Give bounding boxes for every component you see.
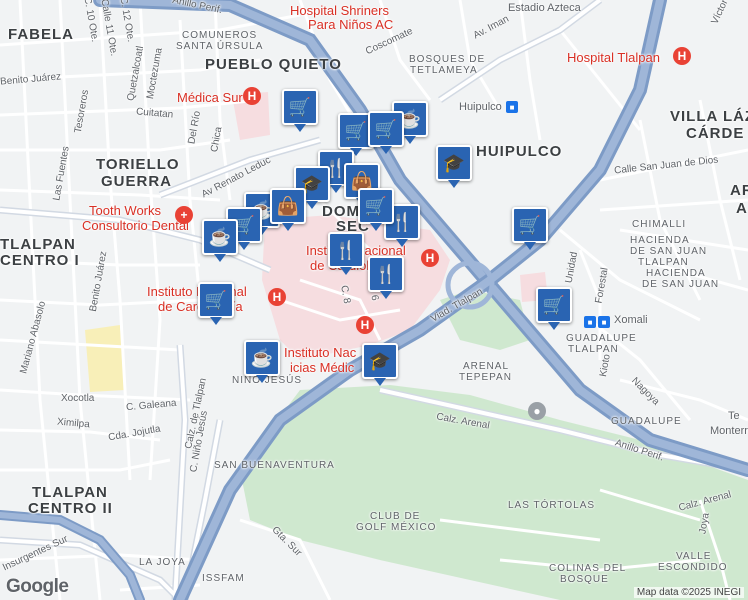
hospital-icon[interactable]: H bbox=[673, 47, 691, 65]
restaurant-icon[interactable]: 🍴 bbox=[368, 256, 404, 299]
shopping-cart-icon[interactable]: 🛒 bbox=[512, 207, 548, 250]
area-ar-partial: AR bbox=[730, 182, 748, 199]
poi-shriners-1[interactable]: Hospital Shriners bbox=[290, 3, 389, 18]
map-attribution[interactable]: Map data ©2025 INEGI bbox=[633, 587, 744, 598]
graduation-cap-icon[interactable]: 🎓 bbox=[362, 343, 398, 386]
graduation-cap-icon[interactable]: 🎓 bbox=[436, 145, 472, 188]
street-xocotla: Xocotla bbox=[61, 393, 95, 404]
area-golf-mexico: GOLF MÉXICO bbox=[356, 522, 437, 533]
hospital-icon[interactable]: H bbox=[421, 249, 439, 267]
area-bosques: BOSQUES DE bbox=[409, 54, 486, 65]
plaza-block bbox=[85, 325, 125, 392]
area-a-partial: A bbox=[736, 200, 748, 217]
area-hacienda-1: HACIENDA bbox=[630, 235, 690, 246]
hood-pueblo-quieto: PUEBLO QUIETO bbox=[205, 56, 342, 73]
area-tlalpan-1: TLALPAN bbox=[638, 257, 689, 268]
poi-hospital-tlalpan[interactable]: Hospital Tlalpan bbox=[567, 50, 660, 65]
area-la-joya: LA JOYA bbox=[139, 557, 186, 568]
area-guadalupe-1: GUADALUPE bbox=[566, 333, 637, 344]
train-station-icon[interactable]: ■ bbox=[598, 316, 610, 328]
area-las-tortolas: LAS TÓRTOLAS bbox=[508, 500, 596, 511]
area-bosque: BOSQUE bbox=[560, 574, 609, 585]
poi-huipulco-station[interactable]: Huipulco bbox=[459, 101, 502, 113]
area-comuneros: COMUNEROS bbox=[182, 30, 258, 41]
hood-villa-laz: VILLA LÁZ bbox=[670, 108, 748, 125]
area-escondido: ESCONDIDO bbox=[658, 562, 728, 573]
school-icon[interactable]: ● bbox=[528, 402, 546, 420]
poi-estadio-azteca[interactable]: Estadio Azteca bbox=[508, 2, 581, 14]
area-chimalli: CHIMALLI bbox=[632, 219, 687, 230]
area-san-juan-1: DE SAN JUAN bbox=[630, 246, 708, 257]
coffee-cup-icon[interactable]: ☕ bbox=[244, 340, 280, 383]
shopping-cart-icon[interactable]: 🛒 bbox=[368, 111, 404, 154]
hood-tlalpan-2: TLALPAN bbox=[32, 484, 108, 501]
area-hacienda-2: HACIENDA bbox=[646, 268, 706, 279]
hood-huipulco: HUIPULCO bbox=[476, 143, 563, 160]
poi-tec-1[interactable]: Te bbox=[728, 410, 740, 422]
poi-medicas-1[interactable]: Instituto Nac bbox=[284, 345, 356, 360]
poi-tec-2[interactable]: Monterre bbox=[710, 425, 748, 437]
train-station-icon[interactable]: ■ bbox=[584, 316, 596, 328]
poi-shriners-2[interactable]: Para Niños AC bbox=[308, 17, 393, 32]
area-tetlameya: TETLAMEYA bbox=[410, 65, 478, 76]
shopping-cart-icon[interactable]: 🛒 bbox=[358, 188, 394, 231]
poi-medica-sur[interactable]: Médica Sur bbox=[177, 90, 243, 105]
hood-toriello: TORIELLO bbox=[96, 156, 180, 173]
shopping-cart-icon[interactable]: 🛒 bbox=[536, 287, 572, 330]
poi-tooth-works-2[interactable]: Consultorio Dental bbox=[82, 218, 189, 233]
hospital-icon[interactable]: H bbox=[356, 316, 374, 334]
google-logo: Google bbox=[6, 576, 69, 597]
train-station-icon[interactable]: ■ bbox=[506, 101, 518, 113]
area-san-buenaventura: SAN BUENAVENTURA bbox=[214, 460, 335, 471]
area-santa-ursula: SANTA ÚRSULA bbox=[176, 41, 264, 52]
area-tlalpan-2: TLALPAN bbox=[568, 344, 619, 355]
area-arenal: ARENAL bbox=[463, 361, 510, 372]
area-club-de: CLUB DE bbox=[370, 511, 421, 522]
hood-guerra: GUERRA bbox=[101, 173, 173, 190]
area-guadalupe-2: GUADALUPE bbox=[611, 416, 682, 427]
hospital-icon[interactable]: H bbox=[268, 288, 286, 306]
restaurant-icon[interactable]: 🍴 bbox=[328, 232, 364, 275]
shopping-cart-icon[interactable]: 🛒 bbox=[198, 282, 234, 325]
area-san-juan-2: DE SAN JUAN bbox=[642, 279, 720, 290]
hood-centro-i: CENTRO I bbox=[0, 252, 80, 269]
poi-medicas-2[interactable]: icias Médic bbox=[290, 360, 354, 375]
area-colinas: COLINAS DEL bbox=[549, 563, 627, 574]
poi-tooth-works-1[interactable]: Tooth Works bbox=[89, 203, 161, 218]
shopping-bag-icon[interactable]: 👜 bbox=[270, 188, 306, 231]
area-valle: VALLE bbox=[676, 551, 712, 562]
area-issfam: ISSFAM bbox=[202, 573, 245, 584]
hood-tlalpan: TLALPAN bbox=[0, 236, 76, 253]
hood-centro-ii: CENTRO II bbox=[28, 500, 113, 517]
coffee-cup-icon[interactable]: ☕ bbox=[202, 219, 238, 262]
hospital-icon[interactable]: H bbox=[243, 87, 261, 105]
area-tepepan: TEPEPAN bbox=[459, 372, 512, 383]
shopping-cart-icon[interactable]: 🛒 bbox=[282, 89, 318, 132]
dental-icon[interactable]: + bbox=[175, 206, 193, 224]
hood-carde: CÁRDE bbox=[686, 125, 745, 142]
hood-fabela: FABELA bbox=[8, 26, 74, 43]
poi-xomali[interactable]: Xomali bbox=[614, 314, 648, 326]
